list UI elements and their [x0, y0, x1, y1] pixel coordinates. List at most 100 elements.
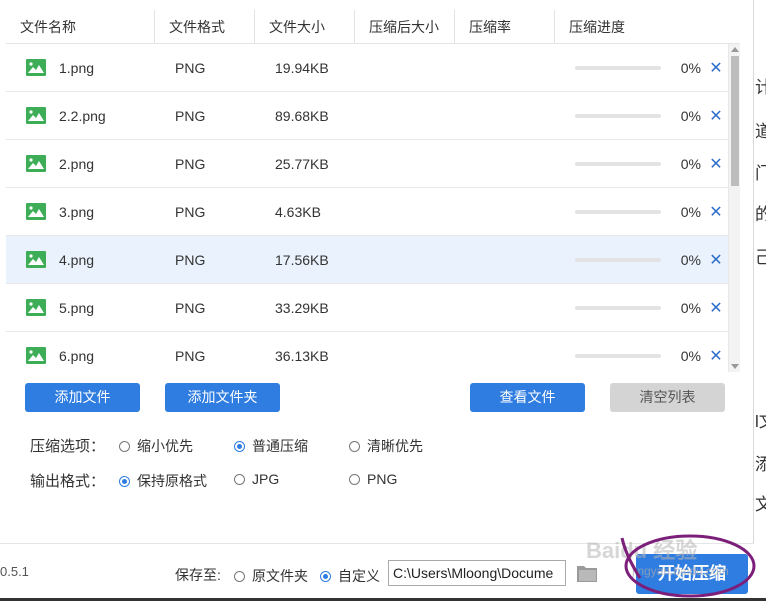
table-row[interactable]: 1.png PNG 19.94KB 0% ✕ — [6, 44, 728, 92]
progress-cell: 0% ✕ — [555, 298, 728, 318]
output-format-original[interactable]: 保持原格式 — [119, 471, 207, 491]
radio-dot-icon — [349, 440, 360, 452]
image-file-icon — [26, 155, 46, 172]
column-header-format[interactable]: 文件格式 — [155, 10, 255, 44]
file-format: PNG — [175, 203, 206, 220]
table-row[interactable]: 3.png PNG 4.63KB 0% ✕ — [6, 188, 728, 236]
table-row[interactable]: 2.png PNG 25.77KB 0% ✕ — [6, 140, 728, 188]
background-text-fragment: l文 — [755, 412, 766, 431]
compress-option-clear[interactable]: 清晰优先 — [349, 436, 423, 456]
background-text-fragment: 文 — [755, 495, 766, 514]
file-format: PNG — [175, 299, 206, 316]
progress-percent: 0% — [680, 107, 701, 124]
radio-label: 缩小优先 — [137, 438, 193, 454]
output-format-label: 输出格式： — [30, 473, 106, 490]
background-text-fragment: 添 — [755, 455, 766, 474]
radio-dot-icon — [320, 570, 331, 582]
close-icon[interactable]: ✕ — [709, 346, 723, 366]
progress-bar — [575, 257, 661, 262]
file-name-cell: 1.png — [6, 59, 155, 76]
file-name: 1.png — [59, 59, 95, 76]
compress-option-normal[interactable]: 普通压缩 — [234, 436, 308, 456]
column-header-rate[interactable]: 压缩率 — [455, 10, 555, 44]
scroll-up-icon[interactable] — [731, 47, 739, 52]
file-format: PNG — [175, 251, 206, 268]
table-row[interactable]: 5.png PNG 33.29KB 0% ✕ — [6, 284, 728, 332]
file-name-cell: 3.png — [6, 203, 155, 220]
close-icon[interactable]: ✕ — [709, 106, 723, 126]
add-folder-button[interactable]: 添加文件夹 — [165, 383, 280, 412]
progress-cell: 0% ✕ — [555, 346, 728, 366]
progress-percent: 0% — [680, 299, 701, 316]
file-name: 6.png — [59, 347, 95, 364]
image-file-icon — [26, 299, 46, 316]
table-row[interactable]: 6.png PNG 36.13KB 0% ✕ — [6, 332, 728, 372]
compress-option-small[interactable]: 缩小优先 — [119, 436, 193, 456]
radio-label: 清晰优先 — [367, 438, 423, 454]
clear-list-button[interactable]: 清空列表 — [610, 383, 725, 412]
add-file-button[interactable]: 添加文件 — [25, 383, 140, 412]
file-name-cell: 5.png — [6, 299, 155, 316]
output-format-jpg[interactable]: JPG — [234, 471, 279, 487]
output-format-png[interactable]: PNG — [349, 471, 397, 487]
close-icon[interactable]: ✕ — [709, 202, 723, 222]
background-text-fragment: 的 — [755, 205, 766, 224]
file-table-body: 1.png PNG 19.94KB 0% ✕ 2.2.png PNG 89.68KB 0% ✕ 2.… — [6, 44, 728, 372]
file-name-cell: 4.png — [6, 251, 155, 268]
view-files-button[interactable]: 查看文件 — [470, 383, 585, 412]
radio-dot-icon — [234, 570, 245, 582]
file-size: 4.63KB — [275, 203, 321, 220]
annotation-circle — [620, 534, 756, 598]
image-file-icon — [26, 59, 46, 76]
table-row[interactable]: 2.2.png PNG 89.68KB 0% ✕ — [6, 92, 728, 140]
radio-label: 原文件夹 — [252, 568, 308, 584]
background-text-fragment: （ — [755, 297, 766, 317]
file-format: PNG — [175, 59, 206, 76]
radio-label: JPG — [252, 471, 280, 487]
progress-bar — [575, 161, 661, 166]
file-size: 25.77KB — [275, 155, 329, 172]
file-format: PNG — [175, 347, 206, 364]
version-text: 0.5.1 — [0, 564, 29, 579]
file-size: 19.94KB — [275, 59, 329, 76]
progress-percent: 0% — [680, 251, 701, 268]
compressor-window: 文件名称 文件格式 文件大小 压缩后大小 压缩率 压缩进度 1.png PNG 19… — [0, 0, 756, 601]
radio-dot-icon — [119, 440, 130, 452]
file-name: 3.png — [59, 203, 95, 220]
save-original-folder[interactable]: 原文件夹 — [234, 566, 308, 586]
radio-dot-icon — [119, 475, 130, 487]
progress-bar — [575, 209, 661, 214]
file-name-cell: 2.2.png — [6, 107, 155, 124]
file-size: 36.13KB — [275, 347, 329, 364]
file-size: 17.56KB — [275, 251, 329, 268]
background-text-fragment: 计 — [755, 78, 766, 97]
scroll-down-icon[interactable] — [731, 364, 739, 369]
progress-percent: 0% — [680, 347, 701, 364]
radio-dot-icon — [234, 440, 245, 452]
close-icon[interactable]: ✕ — [709, 298, 723, 318]
progress-cell: 0% ✕ — [555, 106, 728, 126]
background-text-fragment: 门 — [755, 164, 766, 183]
save-to-label: 保存至: — [175, 567, 221, 583]
table-row[interactable]: 4.png PNG 17.56KB 0% ✕ — [6, 236, 728, 284]
close-icon[interactable]: ✕ — [709, 58, 723, 78]
close-icon[interactable]: ✕ — [709, 154, 723, 174]
folder-icon[interactable] — [576, 563, 598, 583]
radio-dot-icon — [349, 473, 360, 485]
file-name: 2.png — [59, 155, 95, 172]
save-path-input[interactable] — [388, 560, 566, 586]
vertical-scrollbar[interactable] — [728, 44, 740, 372]
progress-cell: 0% ✕ — [555, 58, 728, 78]
scrollbar-thumb[interactable] — [731, 56, 739, 186]
column-header-name[interactable]: 文件名称 — [6, 10, 155, 44]
column-header-compressed-size[interactable]: 压缩后大小 — [355, 10, 455, 44]
save-custom-folder[interactable]: 自定义 — [320, 566, 380, 586]
column-header-progress[interactable]: 压缩进度 — [555, 10, 740, 44]
column-header-size[interactable]: 文件大小 — [255, 10, 355, 44]
close-icon[interactable]: ✕ — [709, 250, 723, 270]
progress-percent: 0% — [680, 155, 701, 172]
file-format: PNG — [175, 155, 206, 172]
progress-percent: 0% — [680, 59, 701, 76]
file-format: PNG — [175, 107, 206, 124]
radio-label: PNG — [367, 471, 398, 487]
